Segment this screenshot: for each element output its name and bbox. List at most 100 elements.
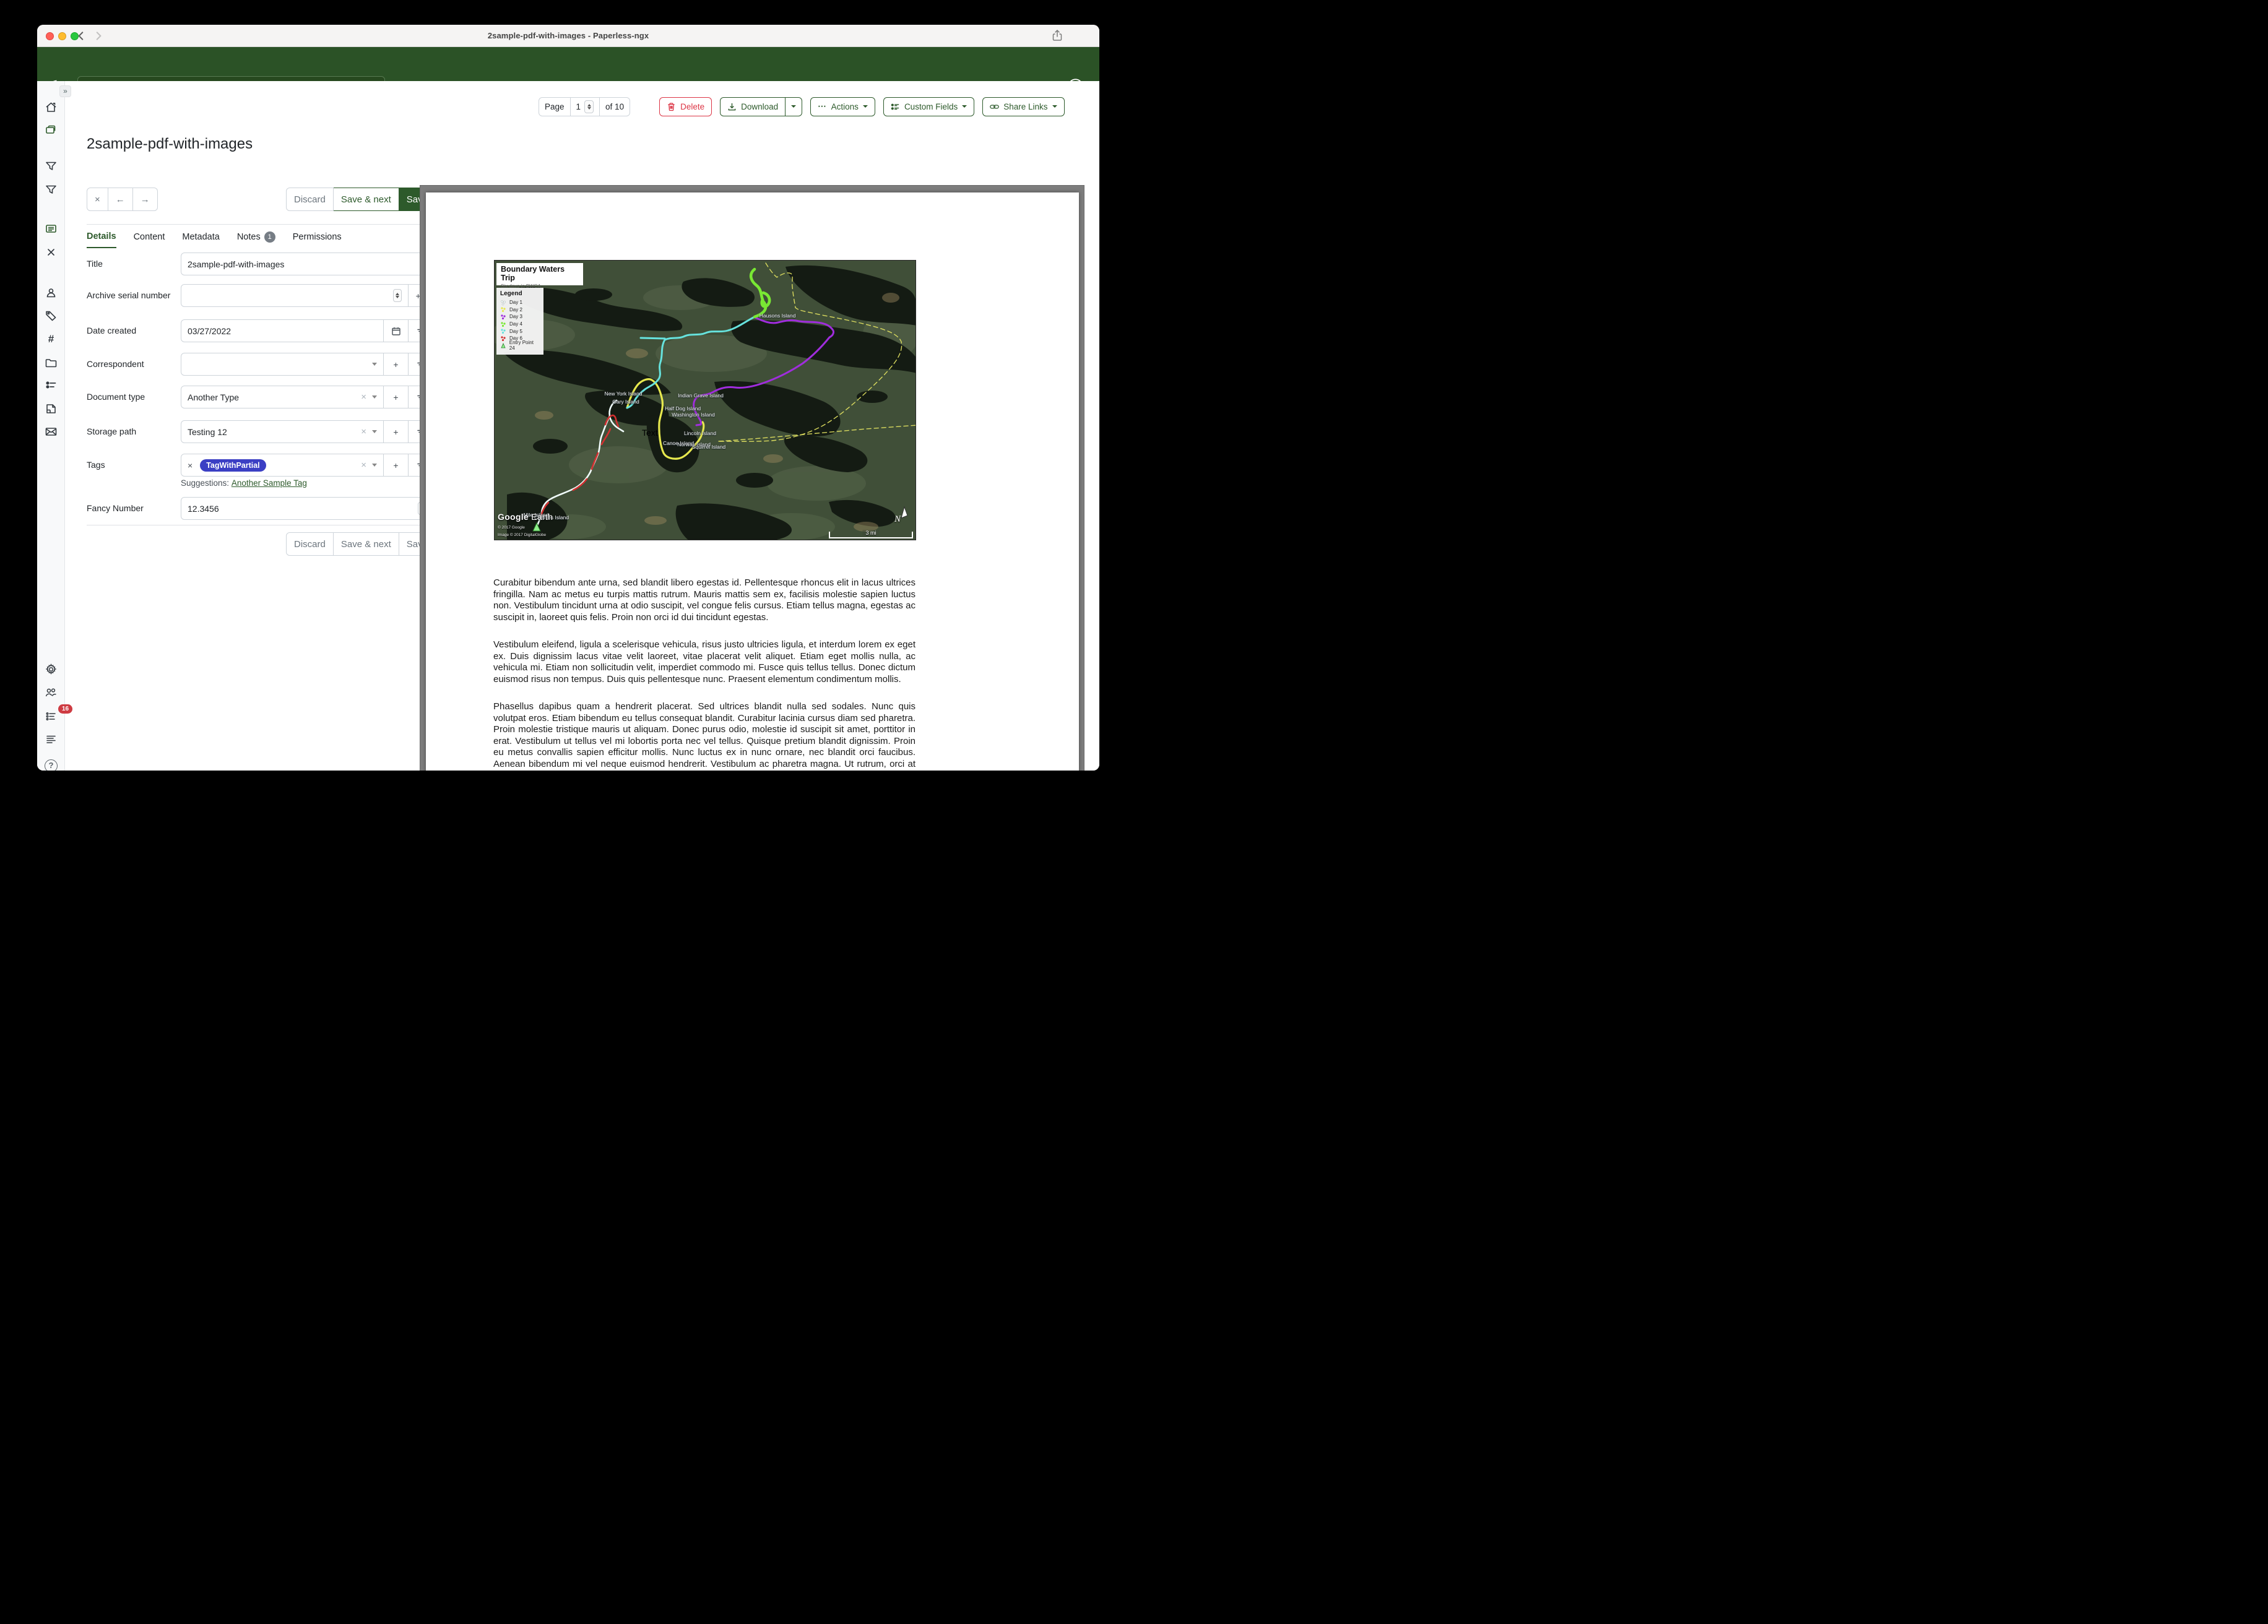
fancy-number-input[interactable] (188, 504, 414, 514)
chevron-down-icon[interactable] (372, 363, 377, 366)
page-number-stepper[interactable] (584, 100, 594, 113)
date-created-label: Date created (87, 319, 180, 337)
document-type-select[interactable]: Another Type × (181, 386, 384, 408)
pdf-paragraph: Curabitur bibendum ante urna, sed blandi… (493, 577, 915, 623)
map-label: Lincoln Island (684, 430, 716, 436)
download-options-caret[interactable] (786, 97, 802, 116)
pdf-preview-pane[interactable]: Boundary Waters Trip Six days in BWCA Le… (420, 185, 1084, 771)
sidebar-item-help-icon[interactable]: ? (45, 759, 58, 771)
save-and-next-button[interactable]: Save & next (334, 532, 399, 556)
page-number-field[interactable]: 1 (570, 98, 600, 116)
sidebar-item-mail-icon[interactable] (45, 425, 58, 438)
date-created-input[interactable] (188, 326, 377, 336)
link-icon (990, 102, 999, 111)
tags-label: Tags (87, 454, 180, 471)
sidebar-item-tags-icon[interactable] (45, 309, 58, 322)
tags-field: × TagWithPartial × + (181, 454, 433, 477)
legend-item: Entry Point 24 (500, 342, 540, 350)
chevron-down-icon[interactable] (372, 395, 377, 399)
sidebar-item-saved-view-filter2-icon[interactable] (45, 183, 58, 196)
map-copyright: Image © 2017 DigitalGlobe (498, 533, 546, 537)
satellite-map-graphic (495, 261, 916, 540)
sidebar-item-custom-fields-icon[interactable] (45, 379, 58, 392)
tab-details[interactable]: Details (87, 231, 116, 248)
clear-icon[interactable]: × (361, 426, 366, 437)
share-links-dropdown-button[interactable]: Share Links (982, 97, 1064, 116)
custom-fields-icon (891, 102, 900, 111)
map-title-box: Boundary Waters Trip Six days in BWCA (496, 263, 583, 285)
map-copyright: © 2017 Google (498, 525, 525, 530)
legend-item: Day 2 (500, 306, 540, 314)
add-tag-button[interactable]: + (384, 454, 409, 477)
sidebar-item-saved-view-filter-icon[interactable] (45, 160, 58, 173)
asn-field-label: Archive serial number (87, 284, 180, 301)
correspondent-select[interactable] (181, 353, 384, 376)
compass-icon: N (893, 503, 909, 524)
tab-notes[interactable]: Notes 1 (237, 231, 275, 248)
save-button-group-bottom: Discard Save & next Save (286, 532, 436, 556)
window-title: 2sample-pdf-with-images - Paperless-ngx (37, 25, 1099, 47)
divider (87, 224, 433, 225)
document-toolbar: Page 1 of 10 Delete Download ⋯ (539, 97, 1065, 116)
previous-document-button[interactable]: ← (108, 188, 133, 211)
pdf-text-block: Curabitur bibendum ante urna, sed blandi… (493, 577, 915, 771)
sidebar-item-asn-icon[interactable]: # (45, 332, 58, 345)
main-content: # 16 (37, 81, 1099, 771)
remove-tag-icon[interactable]: × (188, 460, 193, 470)
delete-button[interactable]: Delete (659, 97, 712, 116)
sidebar-collapse-button[interactable]: » (59, 85, 71, 97)
map-label: New York Island (605, 391, 643, 397)
storage-path-select[interactable]: Testing 12 × (181, 420, 384, 443)
asn-stepper[interactable] (393, 289, 402, 302)
tab-metadata[interactable]: Metadata (182, 231, 219, 248)
chevron-down-icon[interactable] (372, 464, 377, 467)
save-and-next-button[interactable]: Save & next (334, 188, 399, 211)
next-document-button[interactable]: → (133, 188, 158, 211)
calendar-button[interactable] (384, 319, 409, 342)
page-number-value[interactable]: 1 (576, 102, 581, 111)
sidebar-item-logs-icon[interactable] (45, 733, 58, 746)
sidebar-item-tasks-icon[interactable]: 16 (45, 710, 58, 723)
calendar-icon (391, 326, 401, 336)
save-button-group: Discard Save & next Save (286, 188, 436, 211)
map-label: Hausons Island (760, 313, 796, 319)
legend-item: Day 4 (500, 321, 540, 328)
tag-chip[interactable]: TagWithPartial (200, 459, 266, 472)
legend-item: Day 1 (500, 299, 540, 306)
custom-fields-dropdown-button[interactable]: Custom Fields (883, 97, 974, 116)
share-icon[interactable] (1051, 29, 1063, 41)
sidebar-item-file-tasks-icon[interactable] (45, 402, 58, 415)
discard-button[interactable]: Discard (286, 188, 334, 211)
add-document-type-button[interactable]: + (384, 386, 409, 408)
title-input[interactable] (188, 259, 426, 269)
actions-dropdown-button[interactable]: ⋯ Actions (810, 97, 875, 116)
correspondent-label: Correspondent (87, 353, 180, 370)
tab-permissions[interactable]: Permissions (293, 231, 342, 248)
sidebar-item-open-document-icon[interactable] (45, 222, 58, 235)
download-button[interactable]: Download (720, 97, 786, 116)
sidebar-item-correspondents-icon[interactable] (45, 287, 58, 300)
add-storage-path-button[interactable]: + (384, 420, 409, 443)
sidebar-item-dashboard-home-icon[interactable] (45, 101, 58, 114)
track-dots-icon (500, 306, 506, 313)
clear-icon[interactable]: × (361, 392, 366, 402)
discard-button[interactable]: Discard (286, 532, 334, 556)
suggested-tag-link[interactable]: Another Sample Tag (232, 478, 307, 488)
add-correspondent-button[interactable]: + (384, 353, 409, 376)
chevron-down-icon[interactable] (372, 430, 377, 433)
close-document-button[interactable]: × (87, 188, 108, 211)
title-field (181, 253, 433, 275)
fancy-number-label: Fancy Number (87, 497, 180, 514)
sidebar-item-users-groups-icon[interactable] (45, 686, 58, 699)
app-header (37, 47, 1099, 81)
track-dots-icon (500, 321, 506, 327)
tab-content[interactable]: Content (134, 231, 165, 248)
sidebar-item-documents-icon[interactable] (45, 123, 58, 136)
clear-icon[interactable]: × (361, 460, 366, 470)
pdf-paragraph: Vestibulum eleifend, ligula a scelerisqu… (493, 639, 915, 685)
sidebar-item-storage-paths-icon[interactable] (45, 356, 58, 369)
sidebar-item-close-document-icon[interactable] (45, 246, 58, 259)
tags-select[interactable]: × TagWithPartial × (181, 454, 384, 477)
asn-input[interactable] (188, 291, 389, 301)
sidebar-item-settings-gear-icon[interactable] (45, 663, 58, 676)
